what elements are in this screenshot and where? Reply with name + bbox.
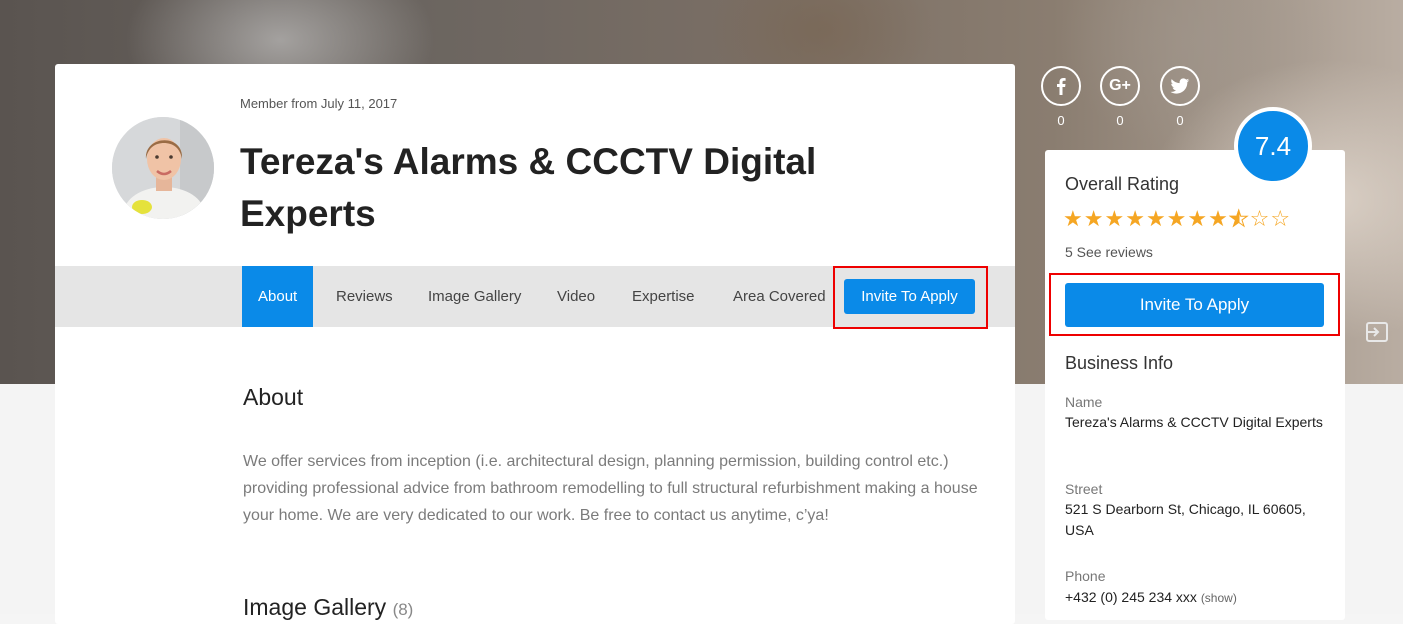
street-label: Street <box>1065 481 1103 497</box>
star-empty-icon: ☆ <box>1249 206 1271 231</box>
phone-label: Phone <box>1065 568 1106 584</box>
gallery-heading-label: Image Gallery <box>243 594 387 620</box>
page-title: Tereza's Alarms & CCCTV Digital Experts <box>240 141 817 234</box>
highlight-box <box>833 266 988 329</box>
profile-tabs: About Reviews Image Gallery Video Expert… <box>55 266 1015 329</box>
name-label: Name <box>1065 394 1103 410</box>
facebook-icon[interactable] <box>1041 66 1081 106</box>
twitter-count: 0 <box>1176 113 1184 128</box>
about-heading: About <box>243 384 304 410</box>
google-plus-count: 0 <box>1116 113 1124 128</box>
star-icon: ★ <box>1083 206 1105 231</box>
star-icon: ★ <box>1063 206 1084 231</box>
star-icon: ★ <box>1145 206 1167 231</box>
profile-card: Member from July 11, 2017 Tereza's Alarm… <box>55 64 1015 624</box>
show-phone-link[interactable]: (show) <box>1201 591 1237 605</box>
name-value: Tereza's Alarms & CCCTV Digital Experts <box>1065 414 1323 430</box>
facebook-share[interactable]: 0 <box>1041 66 1081 128</box>
tab-area-covered[interactable]: Area Covered <box>733 266 826 327</box>
phone-number: +432 (0) 245 234 xxx <box>1065 589 1197 605</box>
star-half-icon: ★ <box>1228 206 1250 232</box>
tab-expertise[interactable]: Expertise <box>632 266 695 327</box>
rating-score-badge: 7.4 <box>1234 107 1312 185</box>
business-info-heading: Business Info <box>1065 353 1174 373</box>
avatar <box>112 117 214 219</box>
twitter-icon[interactable] <box>1160 66 1200 106</box>
tab-video[interactable]: Video <box>557 266 595 327</box>
gallery-count: (8) <box>392 600 414 619</box>
google-plus-share[interactable]: G+ 0 <box>1100 66 1140 128</box>
tab-about[interactable]: About <box>242 266 314 327</box>
overall-rating-label: Overall Rating <box>1065 174 1180 194</box>
star-icon: ★ <box>1187 206 1209 231</box>
see-reviews-link[interactable]: 5 See reviews <box>1065 244 1153 260</box>
member-since: Member from July 11, 2017 <box>240 96 398 111</box>
google-plus-icon[interactable]: G+ <box>1100 66 1140 106</box>
star-icon: ★ <box>1208 206 1229 231</box>
star-icon: ★ <box>1166 206 1188 231</box>
about-text: We offer services from inception (i.e. a… <box>243 453 978 524</box>
rating-sidebar: Overall Rating ★★★★★★★★★☆☆ 5 See reviews… <box>1045 150 1345 620</box>
star-icon: ★ <box>1104 206 1126 231</box>
facebook-count: 0 <box>1057 113 1065 128</box>
street-value: 521 S Dearborn St, Chicago, IL 60605, US… <box>1065 501 1306 538</box>
image-gallery-heading: Image Gallery (8) <box>243 594 413 621</box>
highlight-box <box>1049 273 1340 336</box>
tab-reviews[interactable]: Reviews <box>336 266 393 327</box>
phone-value: +432 (0) 245 234 xxx (show) <box>1065 587 1325 609</box>
star-rating: ★★★★★★★★★☆☆ <box>1063 206 1291 232</box>
star-icon: ★ <box>1125 206 1146 231</box>
star-empty-icon: ☆ <box>1270 206 1292 231</box>
twitter-share[interactable]: 0 <box>1160 66 1200 128</box>
tab-image-gallery[interactable]: Image Gallery <box>428 266 521 327</box>
logout-icon[interactable] <box>1364 320 1390 344</box>
